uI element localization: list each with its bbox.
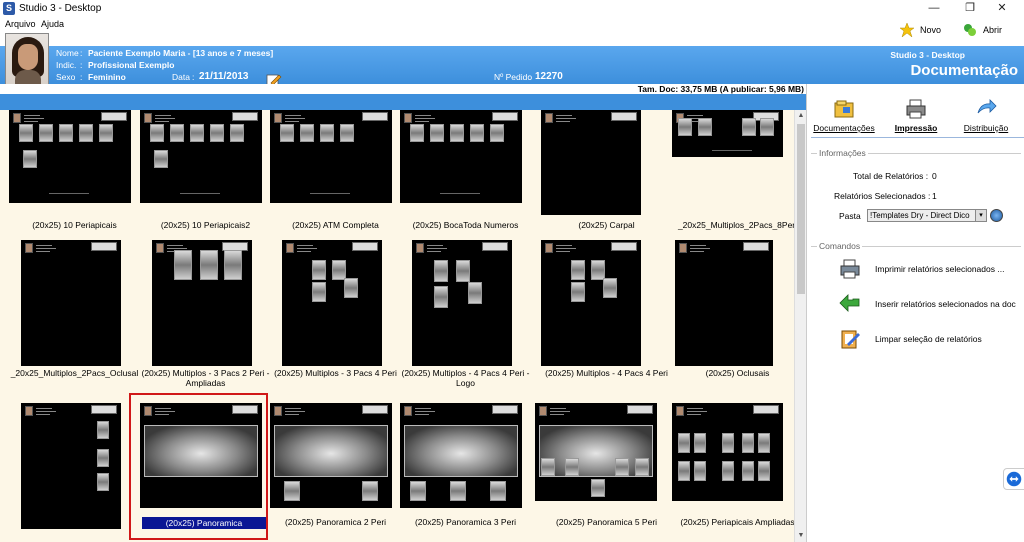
- clear-selection-button[interactable]: Limpar seleção de relatórios: [841, 326, 982, 352]
- grid-header-bar: [0, 94, 806, 110]
- doc-size-bar: Tam. Doc: 33,75 MB (A publicar: 5,96 MB): [0, 84, 806, 94]
- doc-size: Tam. Doc: 33,75 MB (A publicar: 5,96 MB): [637, 84, 804, 94]
- template-caption: (20x25) 10 Periapicais: [32, 220, 117, 230]
- template-caption: (20x25) 10 Periapicais2: [160, 220, 251, 230]
- template-caption: (20x25) Oclusais 4Peri: [31, 517, 118, 527]
- folder-icon: [834, 100, 854, 118]
- title-bar: S Studio 3 - Desktop — ❐ ✕: [0, 0, 1024, 18]
- app-icon: S: [3, 2, 15, 15]
- scroll-thumb[interactable]: [797, 124, 805, 294]
- chevron-down-icon[interactable]: ▾: [975, 210, 986, 221]
- template-caption: (20x25) Oclusais: [705, 368, 770, 378]
- template-preview[interactable]: [152, 240, 252, 366]
- template-caption: _20x25_Multiplos_2Pacs_Oclusal: [10, 368, 139, 378]
- open-button[interactable]: Abrir: [963, 19, 1002, 41]
- patient-name: Paciente Exemplo Maria - [13 anos e 7 me…: [88, 48, 274, 58]
- selected-reports-label: Relatórios Selecionados :: [834, 191, 931, 201]
- header-app-name: Studio 3 - Desktop: [890, 50, 965, 60]
- distribute-arrow-icon: [977, 99, 997, 114]
- date-value: 21/11/2013: [199, 71, 249, 82]
- tab-distribution[interactable]: Distribuição: [951, 94, 1021, 138]
- section-title: Documentação: [910, 62, 1018, 79]
- menu-arquivo[interactable]: Arquivo: [5, 19, 36, 29]
- date-label: Data: [172, 72, 190, 82]
- new-button-label: Novo: [920, 25, 942, 35]
- patient-name-label: Nome: [56, 48, 79, 58]
- total-reports-label: Total de Relatórios :: [853, 171, 929, 181]
- indic-value: Profissional Exemplo: [88, 60, 175, 70]
- template-preview[interactable]: [675, 240, 773, 366]
- insert-selected-button[interactable]: Inserir relatórios selecionados na doc: [839, 291, 1016, 317]
- template-caption: (20x25) Panoramica 3 Peri: [414, 517, 517, 527]
- patient-photo: [5, 33, 49, 89]
- selection-outline: [129, 393, 268, 540]
- close-button[interactable]: ✕: [980, 0, 1024, 18]
- star-icon: [900, 23, 914, 37]
- template-preview[interactable]: [21, 403, 121, 529]
- insert-arrow-icon: [839, 294, 860, 312]
- right-panel: Documentações Impressão Distribuição Inf…: [806, 84, 1024, 542]
- order-value: 12270: [535, 71, 563, 82]
- template-caption: (20x25) Multiplos - 3 Pacs 2 Peri - Ampl…: [141, 368, 270, 388]
- template-grid: (20x25) 10 Periapicais (20x25) 10 Periapi…: [0, 110, 794, 542]
- template-caption: (20x25) Multiplos - 4 Pacs 4 Peri - Logo: [401, 368, 530, 388]
- template-preview[interactable]: [535, 403, 657, 501]
- selected-reports-value: 1: [932, 191, 937, 201]
- template-preview[interactable]: [400, 110, 522, 203]
- template-caption: (20x25) Carpal: [578, 220, 635, 230]
- template-caption: (20x25) Periapicais Ampliadas: [680, 517, 794, 527]
- window-title: Studio 3 - Desktop: [19, 3, 102, 14]
- template-caption: (20x25) Multiplos - 4 Pacs 4 Peri: [545, 368, 668, 378]
- order-label: Nº Pedido: [494, 72, 533, 82]
- clipboard-icon: [841, 330, 860, 349]
- template-preview[interactable]: [21, 240, 121, 366]
- print-selected-button[interactable]: Imprimir relatórios selecionados ...: [840, 256, 1004, 282]
- vertical-scrollbar[interactable]: ▲ ▼: [794, 110, 806, 542]
- new-button[interactable]: Novo: [900, 19, 941, 41]
- folder-label: Pasta: [839, 211, 861, 221]
- template-preview[interactable]: [672, 403, 783, 501]
- template-caption: _20x25_Multiplos_2Pacs_8Peri: [677, 220, 794, 230]
- printer-icon: [840, 259, 860, 279]
- template-preview[interactable]: [400, 403, 522, 508]
- open-icon: [964, 24, 976, 36]
- template-caption: (20x25) ATM Completa: [292, 220, 379, 230]
- sex-value: Feminino: [88, 72, 126, 82]
- refresh-icon[interactable]: [990, 209, 1003, 222]
- template-preview[interactable]: [282, 240, 382, 366]
- printer-icon: [906, 99, 926, 119]
- menu-bar: Arquivo Ajuda: [0, 18, 1024, 32]
- template-preview[interactable]: [9, 110, 131, 203]
- open-button-label: Abrir: [983, 25, 1003, 35]
- template-preview[interactable]: [541, 110, 641, 215]
- tab-documentations[interactable]: Documentações: [809, 94, 879, 138]
- total-reports-value: 0: [932, 171, 937, 181]
- template-caption: (20x25) BocaToda Numeros: [412, 220, 519, 230]
- template-preview[interactable]: [270, 403, 392, 508]
- tab-print[interactable]: Impressão: [881, 94, 951, 138]
- template-preview[interactable]: [672, 110, 783, 157]
- menu-ajuda[interactable]: Ajuda: [41, 19, 64, 29]
- sex-label: Sexo: [56, 72, 76, 82]
- template-preview[interactable]: [270, 110, 392, 203]
- template-caption: (20x25) Panoramica 2 Peri: [284, 517, 387, 527]
- template-caption: (20x25) Multiplos - 3 Pacs 4 Peri: [274, 368, 397, 378]
- template-caption: (20x25) Panoramica 5 Peri: [555, 517, 658, 527]
- folder-select[interactable]: !Templates Dry - Direct Dico ▾: [867, 209, 987, 222]
- teamviewer-icon[interactable]: [1003, 468, 1024, 490]
- template-preview[interactable]: [140, 110, 262, 203]
- template-preview[interactable]: [412, 240, 512, 366]
- indic-label: Indic.: [56, 60, 77, 70]
- template-preview[interactable]: [541, 240, 641, 366]
